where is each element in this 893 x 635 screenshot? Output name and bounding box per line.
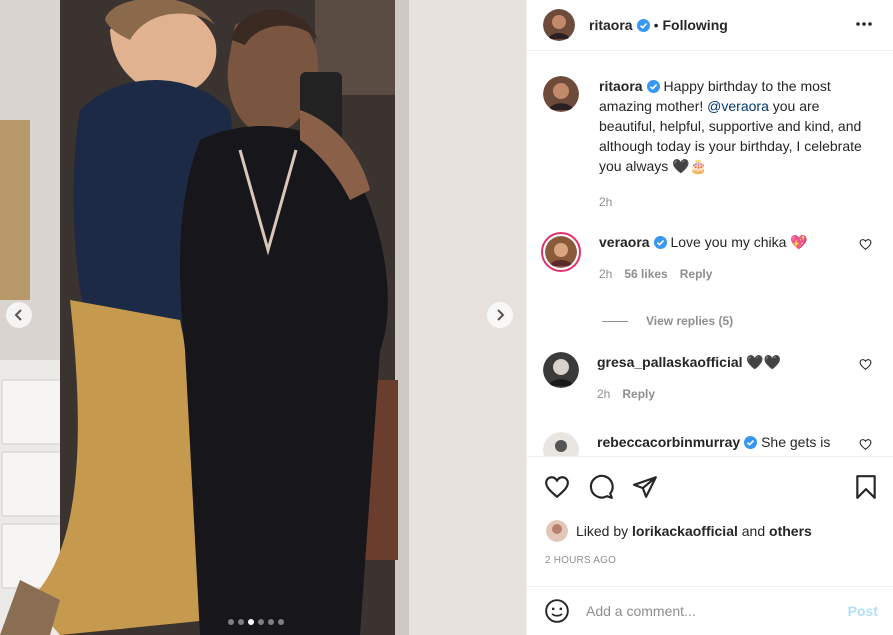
carousel-dot xyxy=(258,619,264,625)
comment-bubble-icon xyxy=(589,474,614,499)
caption-text: ritaora Happy birthday to the most amazi… xyxy=(599,76,869,176)
avatar-image xyxy=(543,76,579,112)
carousel-dot xyxy=(268,619,274,625)
like-comment-icon[interactable] xyxy=(859,358,872,371)
avatar-image xyxy=(543,432,579,456)
post-actions: Liked by lorikackaofficial and others 2 … xyxy=(527,456,893,586)
liked-by-joiner: and xyxy=(741,523,766,539)
author-avatar[interactable] xyxy=(543,9,575,41)
verified-badge-icon xyxy=(646,80,660,93)
verified-badge-icon xyxy=(744,436,758,449)
caption-item: ritaora Happy birthday to the most amazi… xyxy=(543,76,878,212)
save-button[interactable] xyxy=(854,474,878,500)
comment-text: Love you my chika 💖 xyxy=(670,234,808,250)
liker-username[interactable]: lorikackaofficial xyxy=(632,523,738,539)
comments-list[interactable]: ritaora Happy birthday to the most amazi… xyxy=(527,52,893,456)
comment-text: 🖤🖤 xyxy=(746,354,782,370)
photo-image xyxy=(0,0,526,635)
chevron-left-icon xyxy=(14,309,22,321)
emoji-icon[interactable] xyxy=(544,598,570,624)
send-icon xyxy=(633,476,657,498)
post-timestamp[interactable]: 2 HOURS AGO xyxy=(545,555,616,566)
comment-item: veraora Love you my chika 💖 2h 56 likes … xyxy=(541,232,878,284)
reply-button[interactable]: Reply xyxy=(622,384,655,404)
mention-link[interactable]: @veraora xyxy=(707,98,769,114)
post-comment-button[interactable]: Post xyxy=(848,603,878,619)
chevron-right-icon xyxy=(497,309,505,321)
caption-avatar[interactable] xyxy=(543,76,579,112)
carousel-prev-button[interactable] xyxy=(6,302,32,328)
like-comment-icon[interactable] xyxy=(859,438,872,451)
liked-by-prefix: Liked by xyxy=(576,523,629,539)
avatar-image xyxy=(543,352,579,388)
comment-avatar[interactable] xyxy=(541,232,581,272)
heart-icon xyxy=(545,476,569,499)
bookmark-icon xyxy=(856,475,876,499)
comment-input[interactable] xyxy=(586,603,826,619)
avatar-image xyxy=(543,9,575,41)
comment-time: 2h xyxy=(597,387,611,401)
view-replies-label: View replies (5) xyxy=(646,314,734,328)
carousel-next-button[interactable] xyxy=(487,302,513,328)
like-comment-icon[interactable] xyxy=(859,238,872,251)
verified-badge-icon xyxy=(653,236,667,249)
comment-avatar[interactable] xyxy=(543,432,579,456)
likes-others-link[interactable]: others xyxy=(769,523,812,539)
verified-badge-icon xyxy=(636,18,650,32)
comment-likes[interactable]: 56 likes xyxy=(624,264,667,284)
comment-avatar[interactable] xyxy=(543,352,579,388)
comment-username[interactable]: veraora xyxy=(599,234,650,250)
post-side-panel: ritaora • Following ritaora Happy birthd… xyxy=(526,0,893,635)
comment-item: rebeccacorbinmurray She gets is xyxy=(543,432,878,456)
avatar-image xyxy=(546,520,568,542)
comment-time: 2h xyxy=(599,267,613,281)
view-replies-button[interactable]: View replies (5) xyxy=(602,314,733,328)
separator-dot: • xyxy=(653,17,659,33)
more-options-icon[interactable] xyxy=(854,14,874,34)
carousel-dot xyxy=(228,619,234,625)
liked-by-row: Liked by lorikackaofficial and others xyxy=(546,520,812,542)
reply-button[interactable]: Reply xyxy=(680,264,713,284)
share-button[interactable] xyxy=(632,474,658,500)
like-button[interactable] xyxy=(544,474,570,500)
post-header: ritaora • Following xyxy=(527,0,893,51)
add-comment-bar: Post xyxy=(527,586,893,635)
comment-username[interactable]: gresa_pallaskaofficial xyxy=(597,354,743,370)
comment-item: gresa_pallaskaofficial 🖤🖤 2h Reply xyxy=(543,352,878,404)
carousel-dot xyxy=(248,619,254,625)
comment-username[interactable]: rebeccacorbinmurray xyxy=(597,434,740,450)
post-photo[interactable] xyxy=(0,0,526,635)
liker-avatar[interactable] xyxy=(546,520,568,542)
caption-username[interactable]: ritaora xyxy=(599,78,643,94)
carousel-indicator xyxy=(228,619,284,625)
avatar-image xyxy=(545,236,577,268)
carousel-dot xyxy=(278,619,284,625)
replies-divider xyxy=(602,320,628,322)
caption-time: 2h xyxy=(599,195,613,209)
author-username[interactable]: ritaora xyxy=(589,17,633,33)
following-button[interactable]: Following xyxy=(662,17,727,33)
comment-text: She gets is xyxy=(761,434,831,450)
carousel-dot xyxy=(238,619,244,625)
post-viewer: ritaora • Following ritaora Happy birthd… xyxy=(0,0,893,635)
comment-button[interactable] xyxy=(588,474,614,500)
